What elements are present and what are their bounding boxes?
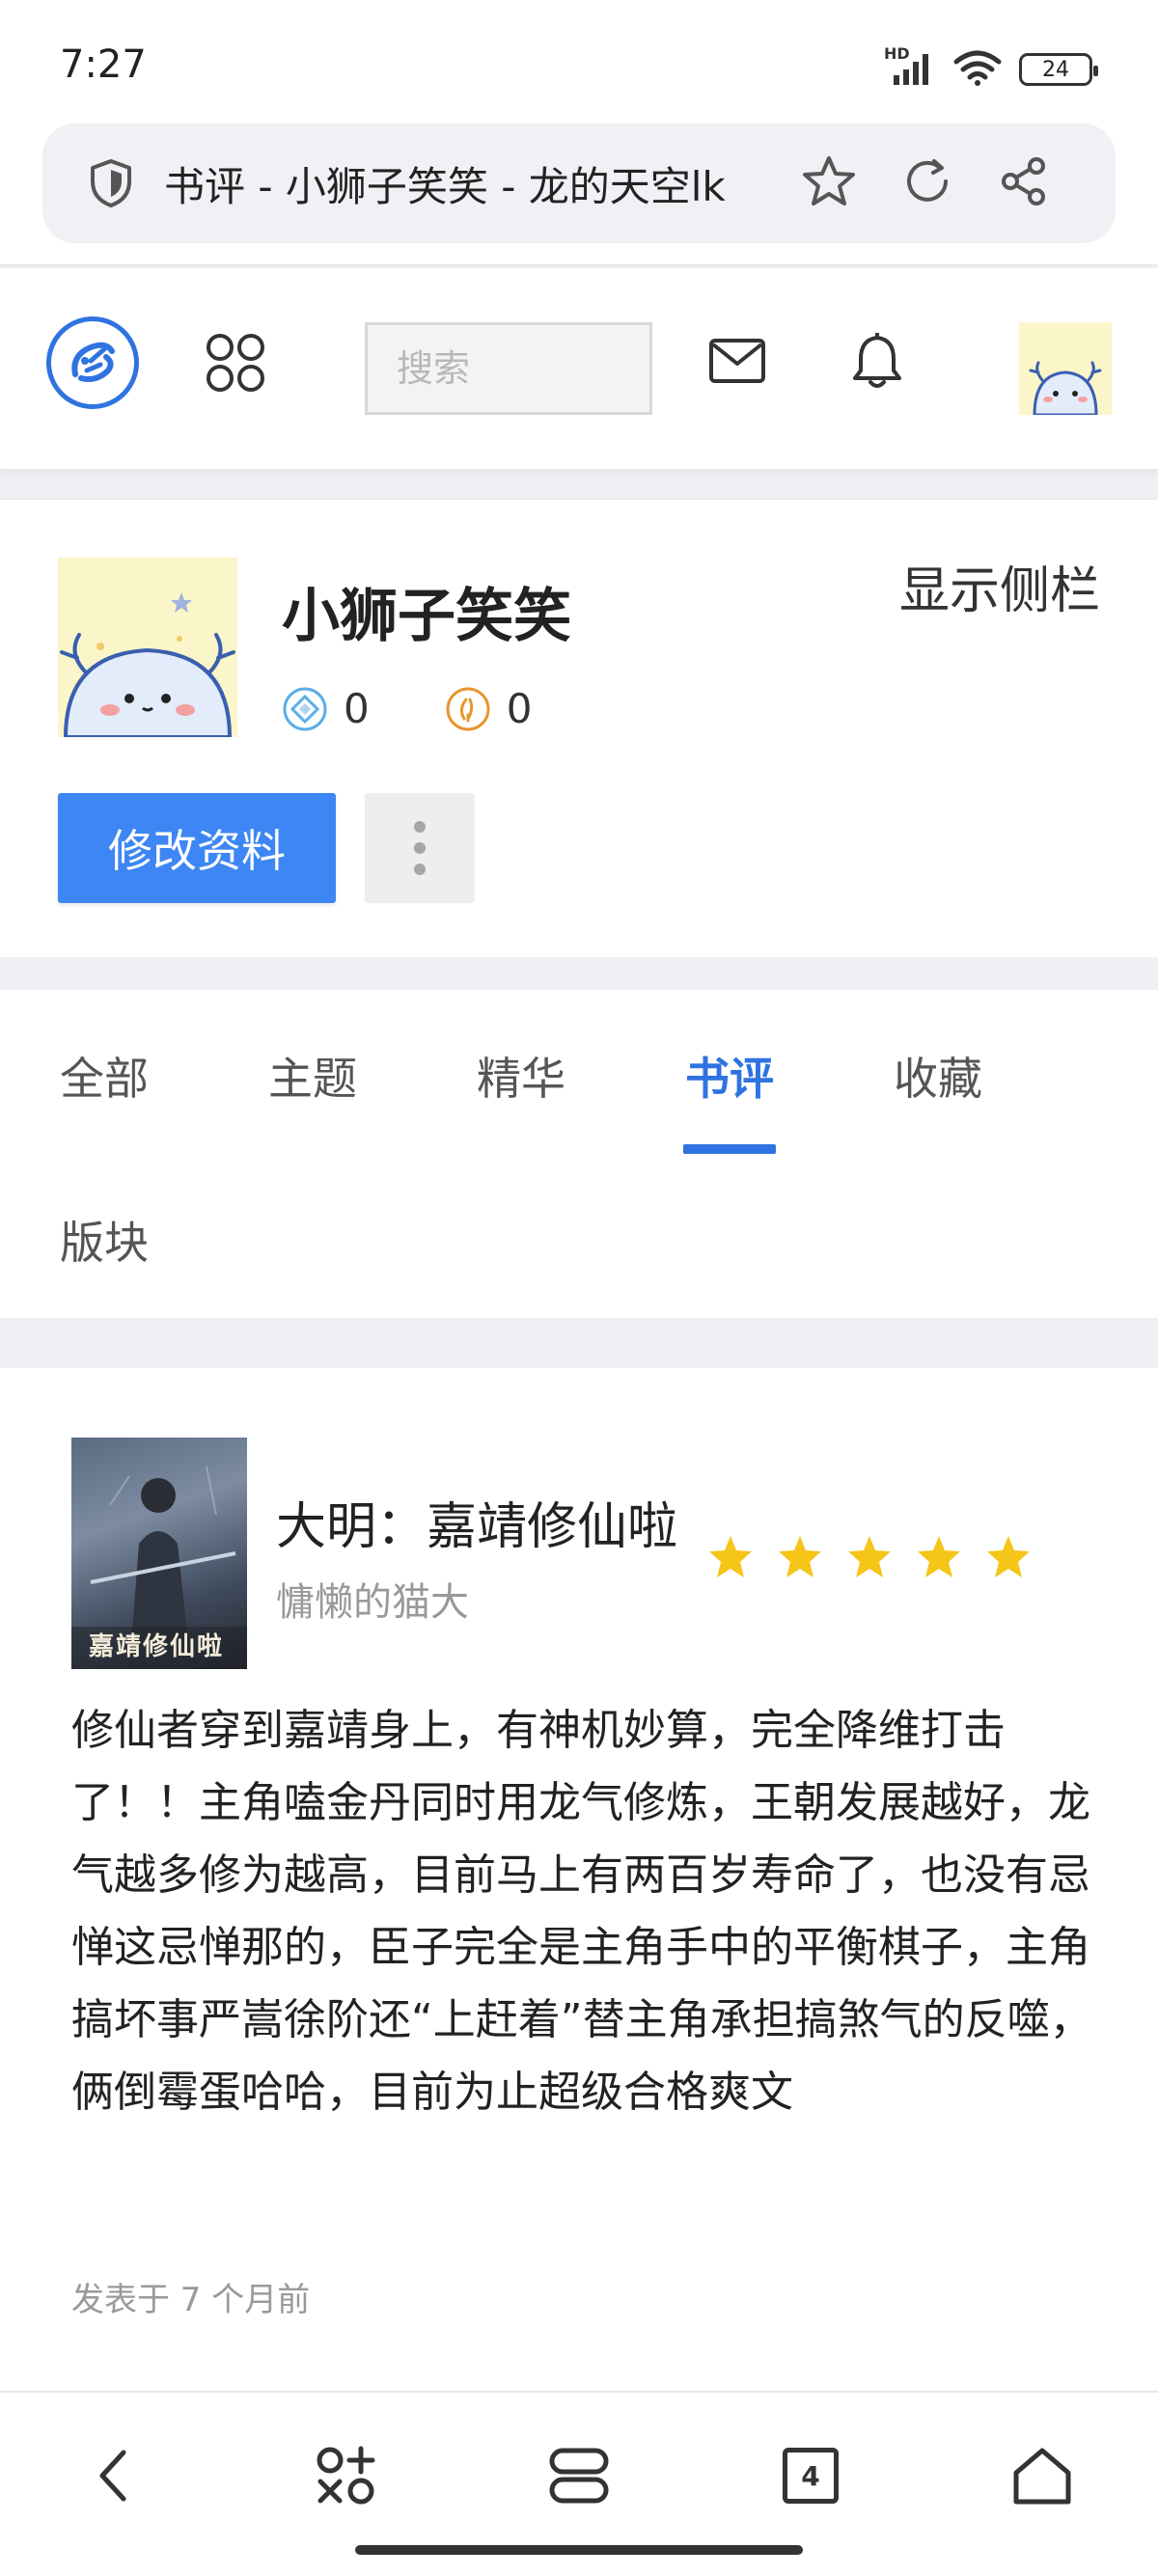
tab-topics[interactable]: 主题 — [268, 1044, 357, 1108]
status-time: 7:27 — [60, 42, 147, 87]
review-card: 嘉靖修仙啦 大明：嘉靖修仙啦 慵懒的猫大 修仙者穿到嘉靖身上，有神机妙算，完全降… — [0, 1368, 1158, 2391]
more-dot — [414, 863, 426, 875]
tab-all[interactable]: 全部 — [60, 1044, 149, 1108]
apps-grid-icon[interactable] — [205, 332, 266, 397]
refresh-icon[interactable] — [901, 155, 953, 211]
tab-boards[interactable]: 版块 — [60, 1208, 149, 1272]
home-icon[interactable] — [994, 2427, 1090, 2524]
stat-diamond-value: 0 — [344, 685, 370, 732]
profile-tabs: 全部 主题 精华 书评 收藏 版块 — [0, 990, 1158, 1318]
star-bookmark-icon[interactable] — [801, 154, 857, 212]
battery-icon: 24 — [1019, 53, 1098, 86]
site-header — [0, 268, 1158, 469]
review-timestamp: 发表于 7 个月前 — [71, 2281, 311, 2319]
back-icon[interactable] — [66, 2427, 162, 2524]
dragon-logo-icon — [71, 342, 115, 382]
status-icons: HD 24 — [884, 44, 1098, 91]
stat-coin: 0 — [445, 685, 533, 732]
diamond-icon — [283, 687, 327, 730]
star-icon — [779, 1536, 821, 1577]
more-options-button[interactable] — [365, 793, 475, 903]
tab-favorites[interactable]: 收藏 — [894, 1044, 982, 1108]
address-bar[interactable]: 书评 - 小狮子笑笑 - 龙的天空lk — [42, 123, 1116, 243]
coin-icon — [446, 687, 490, 730]
user-stats: 0 0 — [282, 685, 590, 732]
shield-icon[interactable] — [89, 158, 133, 208]
book-title[interactable]: 大明：嘉靖修仙啦 — [276, 1486, 677, 1558]
more-dot — [414, 821, 426, 833]
tab-count-button[interactable]: 4 — [762, 2427, 859, 2524]
tab-book-reviews[interactable]: 书评 — [685, 1044, 774, 1108]
page-title-url[interactable]: 书评 - 小狮子笑笑 - 龙的天空lk — [164, 154, 772, 213]
tab-count-icon: 4 — [783, 2448, 839, 2504]
address-bar-actions — [801, 154, 1050, 212]
search-input[interactable] — [365, 322, 652, 415]
site-logo[interactable] — [46, 316, 139, 409]
browser-bottom-nav: 4 — [0, 2391, 1158, 2576]
stat-diamond: 0 — [282, 685, 370, 732]
tab-featured[interactable]: 精华 — [477, 1044, 565, 1108]
browser-toolbar: 书评 - 小狮子笑笑 - 龙的天空lk — [0, 123, 1158, 266]
profile-card: 小狮子笑笑 0 0 显示侧栏 修改资料 — [0, 498, 1158, 957]
star-rating — [706, 1534, 1033, 1580]
book-cover[interactable]: 嘉靖修仙啦 — [71, 1438, 247, 1669]
user-avatar[interactable] — [1019, 322, 1112, 415]
wifi-icon — [953, 48, 1002, 91]
share-icon[interactable] — [998, 155, 1050, 211]
dragon-mascot-icon — [60, 592, 235, 737]
active-tab-indicator — [683, 1144, 776, 1154]
stat-coin-value: 0 — [506, 685, 533, 732]
bell-icon[interactable] — [849, 332, 905, 394]
network-type-label: HD — [884, 44, 910, 63]
status-bar: 7:27 HD 24 — [0, 0, 1158, 123]
mail-icon[interactable] — [708, 338, 766, 388]
gesture-home-indicator[interactable] — [355, 2545, 803, 2555]
show-sidebar-link[interactable]: 显示侧栏 — [899, 550, 1100, 622]
dragon-mascot-icon — [1029, 361, 1102, 415]
edit-profile-button[interactable]: 修改资料 — [58, 793, 336, 903]
review-body: 修仙者穿到嘉靖身上，有神机妙算，完全降维打击了！！主角嗑金丹同时用龙气修炼，王朝… — [71, 1706, 1092, 2117]
tabs-stack-icon[interactable] — [531, 2427, 627, 2524]
star-icon — [918, 1536, 960, 1577]
signal-icon: HD — [884, 44, 936, 89]
battery-level: 24 — [1042, 57, 1069, 82]
menu-clover-icon[interactable] — [297, 2427, 394, 2524]
book-cover-title: 嘉靖修仙啦 — [89, 1632, 225, 1661]
book-author[interactable]: 慵懒的猫大 — [276, 1571, 469, 1627]
star-icon — [709, 1536, 752, 1577]
more-dot — [414, 842, 426, 854]
tab-count-value: 4 — [801, 2459, 820, 2492]
star-icon — [848, 1536, 891, 1577]
star-icon — [987, 1536, 1030, 1577]
username: 小狮子笑笑 — [282, 583, 571, 650]
profile-avatar[interactable] — [58, 558, 237, 737]
